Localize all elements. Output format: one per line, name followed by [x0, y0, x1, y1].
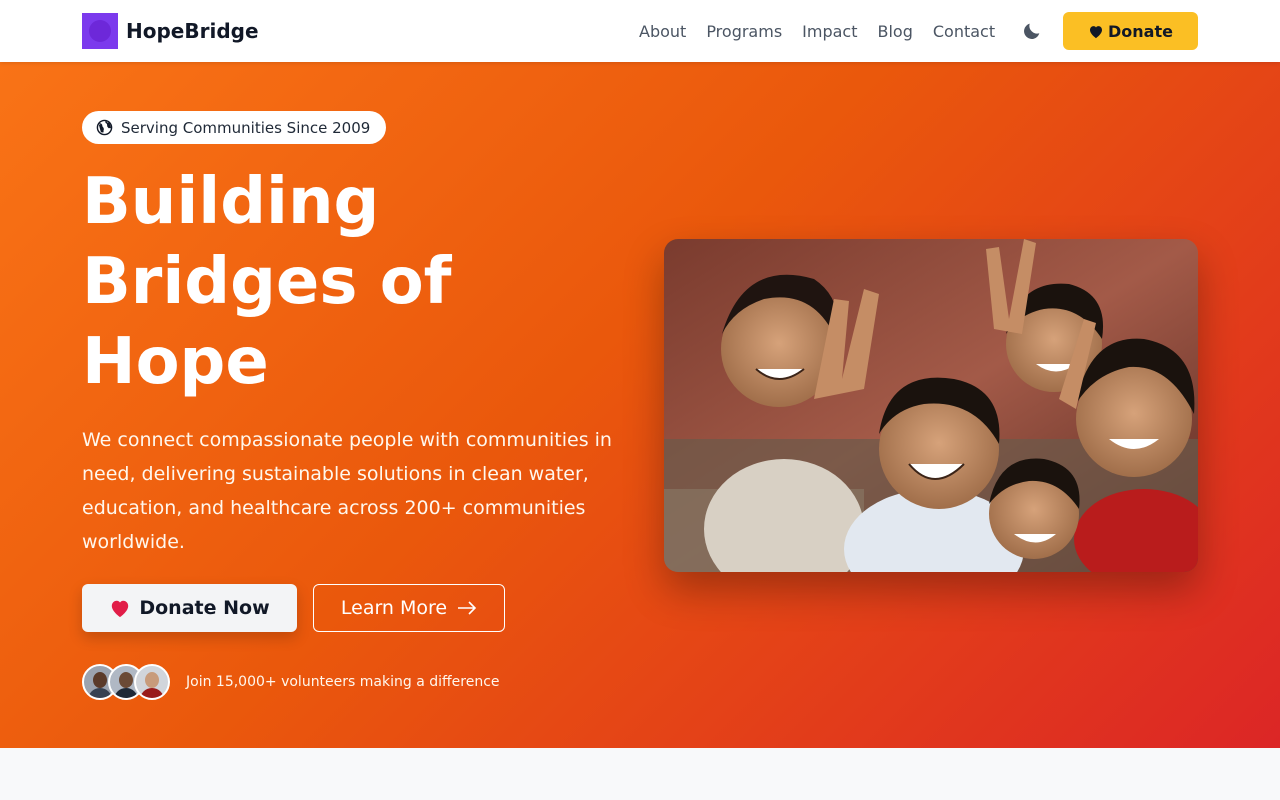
moon-icon [1024, 23, 1040, 39]
hero-headline-line: Building [82, 165, 380, 239]
globe-icon [96, 119, 113, 136]
site-header: HopeBridge About Programs Impact Blog Co… [0, 0, 1280, 62]
volunteers-text: Join 15,000+ volunteers making a differe… [186, 674, 500, 690]
nav-link-about[interactable]: About [639, 22, 686, 41]
donate-now-button[interactable]: Donate Now [82, 584, 297, 632]
nav-link-programs[interactable]: Programs [706, 22, 782, 41]
arrow-right-icon [458, 601, 477, 615]
theme-toggle-button[interactable] [1019, 18, 1045, 44]
volunteers-row: Join 15,000+ volunteers making a differe… [82, 664, 500, 700]
heart-icon [112, 600, 129, 618]
hero-headline-line: Hope [82, 325, 269, 399]
nav-link-blog[interactable]: Blog [878, 22, 913, 41]
heart-icon [1090, 25, 1103, 38]
main-nav: About Programs Impact Blog Contact [629, 0, 1005, 62]
hero-section: Serving Communities Since 2009 Building … [0, 62, 1280, 748]
hero-headline: Building Bridges of Hope [82, 162, 622, 402]
hero-photo [664, 239, 1198, 572]
hero-badge: Serving Communities Since 2009 [82, 111, 387, 144]
logo-mark-icon [82, 13, 118, 49]
avatar [134, 664, 170, 700]
volunteer-avatars [82, 664, 170, 700]
hero-headline-line: Bridges of [82, 245, 452, 319]
donate-nav-button[interactable]: Donate [1063, 12, 1198, 50]
nav-link-impact[interactable]: Impact [802, 22, 857, 41]
hero-lead-text: We connect compassionate people with com… [82, 429, 612, 553]
nav-link-contact[interactable]: Contact [933, 22, 995, 41]
donate-nav-label: Donate [1108, 21, 1173, 41]
brand-logo[interactable]: HopeBridge [82, 13, 259, 49]
learn-more-label: Learn More [340, 597, 448, 619]
brand-name: HopeBridge [126, 19, 259, 43]
hero-badge-text: Serving Communities Since 2009 [121, 118, 371, 137]
donate-now-label: Donate Now [139, 597, 270, 619]
learn-more-button[interactable]: Learn More [313, 584, 505, 632]
children-photo [664, 239, 1198, 572]
